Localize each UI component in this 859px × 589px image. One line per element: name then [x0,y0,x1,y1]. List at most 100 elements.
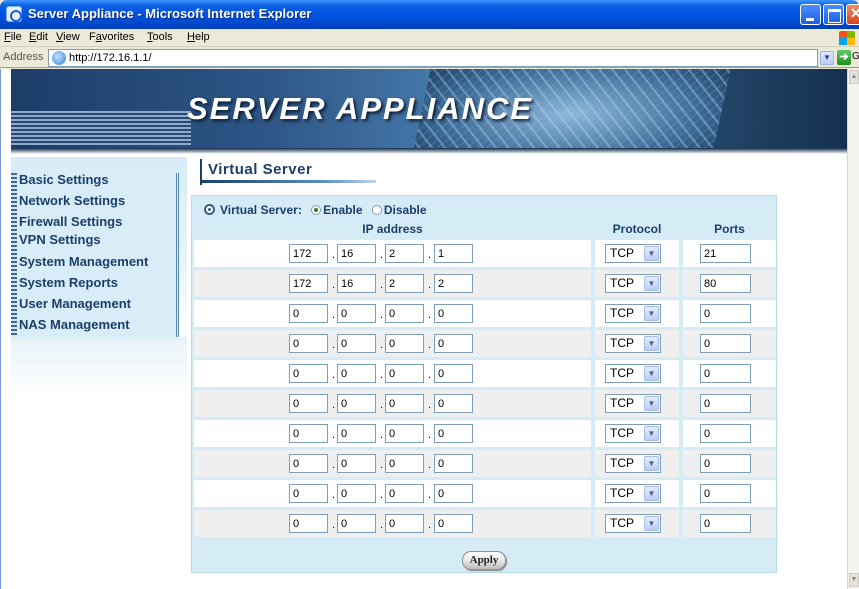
ip-octet-2-input[interactable] [337,244,376,263]
chevron-down-icon[interactable]: ▼ [644,306,659,321]
ip-octet-3-input[interactable] [385,424,424,443]
chevron-down-icon[interactable]: ▼ [644,426,659,441]
protocol-select[interactable]: TCP ▼ [605,274,661,293]
ip-octet-2-input[interactable] [337,454,376,473]
port-input[interactable] [700,274,751,293]
ip-octet-1-input[interactable] [289,334,328,353]
ip-octet-2-input[interactable] [337,484,376,503]
maximize-button[interactable] [823,4,844,25]
ip-octet-3-input[interactable] [385,304,424,323]
ip-octet-4-input[interactable] [434,304,473,323]
ip-octet-2-input[interactable] [337,394,376,413]
disable-radio[interactable] [371,205,382,215]
ip-octet-4-input[interactable] [434,454,473,473]
enable-radio[interactable] [311,205,322,215]
protocol-select[interactable]: TCP ▼ [605,304,661,323]
go-button-label[interactable]: Go [852,51,859,62]
ip-octet-2-input[interactable] [337,364,376,383]
sidebar-item-system-reports[interactable]: System Reports [19,275,184,290]
ip-octet-1-input[interactable] [289,244,328,263]
ip-octet-2-input[interactable] [337,424,376,443]
ports-cell [683,420,776,447]
ip-octet-4-input[interactable] [434,514,473,533]
port-input[interactable] [700,484,751,503]
apply-button[interactable]: Apply [462,551,506,570]
chevron-down-icon[interactable]: ▼ [644,366,659,381]
port-input[interactable] [700,394,751,413]
protocol-select[interactable]: TCP ▼ [605,454,661,473]
ip-octet-3-input[interactable] [385,514,424,533]
address-dropdown-icon[interactable]: ▼ [820,51,834,65]
chevron-down-icon[interactable]: ▼ [644,396,659,411]
ip-octet-1-input[interactable] [289,454,328,473]
protocol-select[interactable]: TCP ▼ [605,514,661,533]
vertical-scrollbar[interactable]: ▲ ▼ [847,69,859,589]
ip-octet-4-input[interactable] [434,244,473,263]
ip-octet-3-input[interactable] [385,394,424,413]
sidebar-item-network-settings[interactable]: Network Settings [19,193,184,208]
ip-octet-2-input[interactable] [337,304,376,323]
chevron-down-icon[interactable]: ▼ [644,486,659,501]
ip-octet-3-input[interactable] [385,274,424,293]
ip-octet-3-input[interactable] [385,244,424,263]
protocol-select[interactable]: TCP ▼ [605,394,661,413]
ip-cell: ... [194,330,591,357]
menu-favorites[interactable]: Favorites [89,31,134,43]
ip-octet-1-input[interactable] [289,424,328,443]
ip-octet-2-input[interactable] [337,514,376,533]
ip-octet-3-input[interactable] [385,484,424,503]
protocol-select[interactable]: TCP ▼ [605,364,661,383]
port-input[interactable] [700,244,751,263]
ip-octet-1-input[interactable] [289,304,328,323]
protocol-value: TCP [610,396,634,410]
scroll-down-icon[interactable]: ▼ [849,573,859,587]
address-input[interactable]: http://172.16.1.1/ [48,49,818,67]
chevron-down-icon[interactable]: ▼ [644,336,659,351]
ip-octet-4-input[interactable] [434,334,473,353]
port-input[interactable] [700,364,751,383]
ip-octet-4-input[interactable] [434,274,473,293]
protocol-select[interactable]: TCP ▼ [605,244,661,263]
minimize-button[interactable] [800,4,821,25]
ip-octet-1-input[interactable] [289,514,328,533]
ip-octet-4-input[interactable] [434,364,473,383]
port-input[interactable] [700,454,751,473]
ip-octet-1-input[interactable] [289,364,328,383]
port-input[interactable] [700,334,751,353]
protocol-select[interactable]: TCP ▼ [605,424,661,443]
ip-octet-2-input[interactable] [337,334,376,353]
port-input[interactable] [700,514,751,533]
ip-octet-3-input[interactable] [385,364,424,383]
ip-octet-1-input[interactable] [289,484,328,503]
sidebar-item-system-management[interactable]: System Management [19,254,184,269]
ip-octet-4-input[interactable] [434,424,473,443]
sidebar-item-vpn-settings[interactable]: VPN Settings [19,232,184,247]
ip-octet-1-input[interactable] [289,274,328,293]
chevron-down-icon[interactable]: ▼ [644,456,659,471]
sidebar-item-user-management[interactable]: User Management [19,296,184,311]
close-button[interactable] [846,4,859,25]
sidebar-item-nas-management[interactable]: NAS Management [19,317,184,332]
sidebar-item-basic-settings[interactable]: Basic Settings [19,172,184,187]
port-input[interactable] [700,424,751,443]
protocol-select[interactable]: TCP ▼ [605,334,661,353]
scroll-up-icon[interactable]: ▲ [849,70,859,84]
sidebar-item-firewall-settings[interactable]: Firewall Settings [19,214,184,229]
chevron-down-icon[interactable]: ▼ [644,276,659,291]
port-input[interactable] [700,304,751,323]
menu-help[interactable]: Help [187,31,210,43]
menu-edit[interactable]: Edit [29,31,48,43]
menu-tools[interactable]: Tools [147,31,173,43]
ip-octet-4-input[interactable] [434,484,473,503]
go-arrow-icon[interactable]: ➔ [837,50,851,65]
protocol-select[interactable]: TCP ▼ [605,484,661,503]
ip-octet-3-input[interactable] [385,334,424,353]
menu-view[interactable]: View [56,31,80,43]
chevron-down-icon[interactable]: ▼ [644,246,659,261]
ip-octet-2-input[interactable] [337,274,376,293]
ip-octet-4-input[interactable] [434,394,473,413]
ip-octet-1-input[interactable] [289,394,328,413]
chevron-down-icon[interactable]: ▼ [644,516,659,531]
ip-octet-3-input[interactable] [385,454,424,473]
menu-file[interactable]: File [4,31,22,43]
